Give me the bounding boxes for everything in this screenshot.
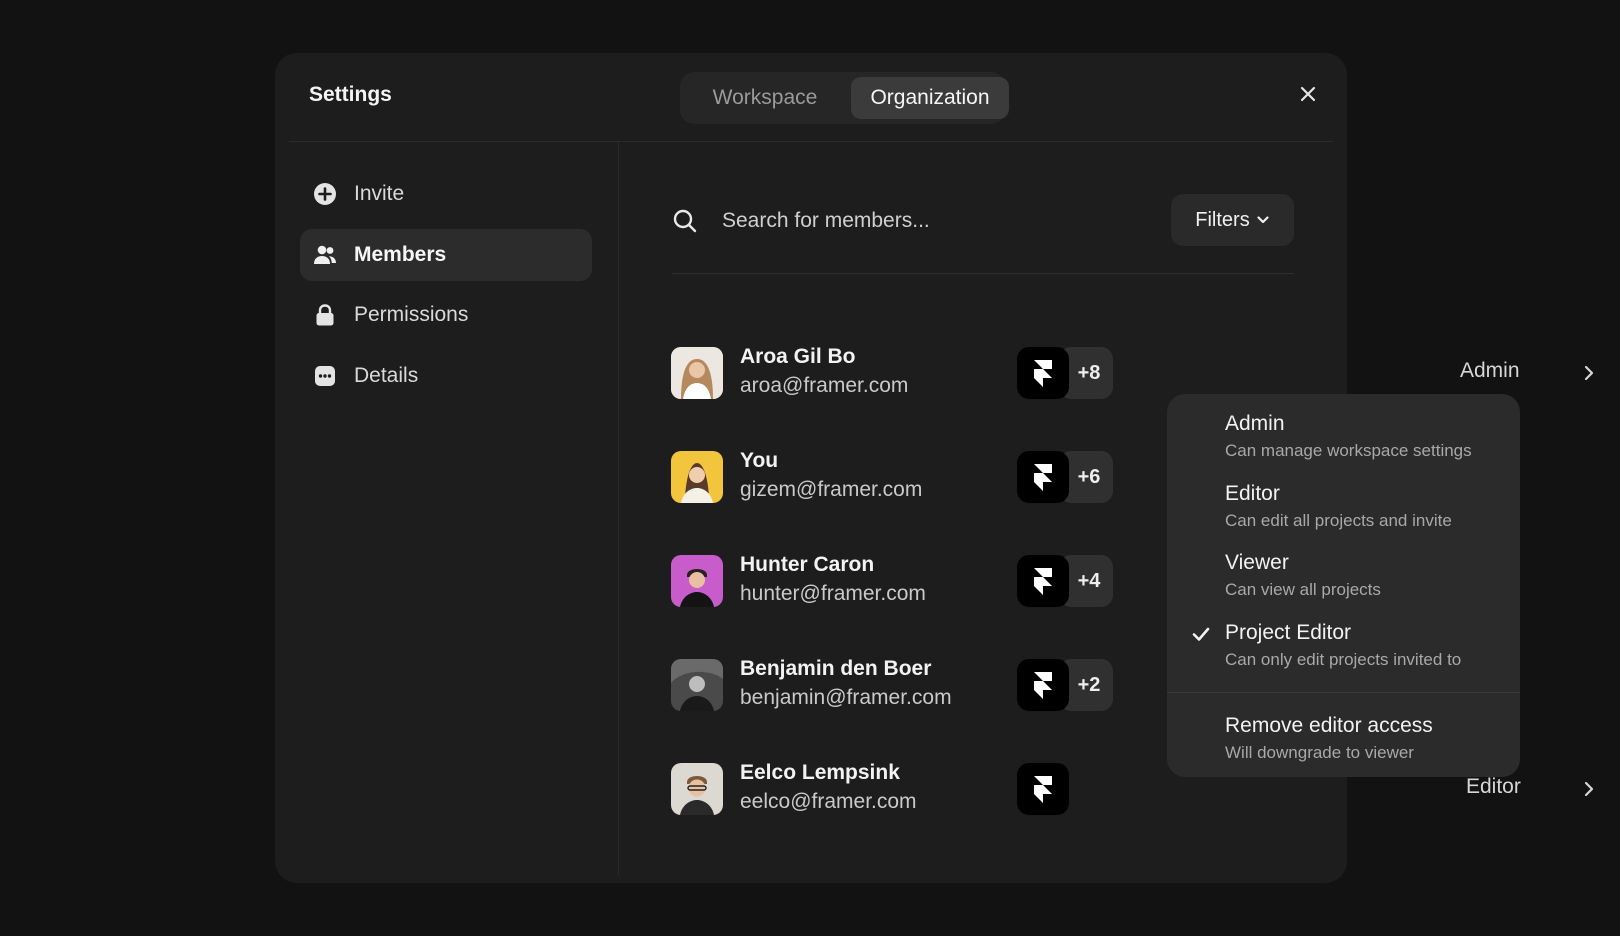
remove-option-description: Will downgrade to viewer [1225,743,1414,762]
framer-logo-icon [1017,555,1069,607]
role-option-description: Can edit all projects and invite [1225,511,1452,530]
menu-divider [1167,692,1520,693]
modal-title: Settings [309,83,392,106]
member-email: eelco@framer.com [740,790,917,813]
role-option-viewer[interactable]: Viewer Can view all projects [1167,551,1520,613]
member-name: You [740,449,779,472]
avatar [671,659,723,711]
checkmark-icon [1192,627,1210,641]
framer-logo-icon [1017,347,1069,399]
avatar [671,347,723,399]
role-select[interactable]: Admin [1460,359,1520,383]
filters-label: Filters [1195,208,1250,231]
role-option-description: Can view all projects [1225,580,1381,599]
sidebar-item-permissions[interactable]: Permissions [300,289,592,341]
role-dropdown-menu: Admin Can manage workspace settings Edit… [1167,394,1520,777]
remove-editor-access-option[interactable]: Remove editor access Will downgrade to v… [1167,714,1520,776]
sidebar-item-label: Details [354,364,419,387]
more-icon [315,366,335,386]
avatar [671,451,723,503]
close-icon [1300,86,1316,102]
avatar [671,555,723,607]
role-option-label: Admin [1225,412,1285,435]
member-email: benjamin@framer.com [740,686,952,709]
member-name: Aroa Gil Bo [740,345,856,368]
role-option-description: Can only edit projects invited to [1225,650,1462,669]
member-name: Hunter Caron [740,553,875,576]
member-row[interactable]: Aroa Gil Bo aroa@framer.com +8 Admin [671,345,1594,401]
settings-tabs: Workspace Organization [680,72,1009,124]
lock-icon [316,304,334,326]
sidebar-divider [618,142,619,875]
sidebar-item-invite[interactable]: Invite [300,168,592,220]
chevron-down-icon [1257,216,1269,224]
close-button[interactable] [1293,79,1323,109]
search-divider [672,273,1294,274]
sidebar-item-label: Members [354,243,447,266]
member-name: Benjamin den Boer [740,657,932,680]
sidebar-item-label: Permissions [354,303,469,326]
member-name: Eelco Lempsink [740,761,900,784]
role-option-admin[interactable]: Admin Can manage workspace settings [1167,412,1520,474]
member-email: gizem@framer.com [740,478,923,501]
chevron-right-icon[interactable] [1581,363,1597,383]
search-icon [673,209,697,233]
role-option-label: Viewer [1225,551,1289,574]
tab-workspace[interactable]: Workspace [685,77,845,119]
member-email: aroa@framer.com [740,374,909,397]
role-option-description: Can manage workspace settings [1225,441,1472,460]
search-input[interactable] [722,203,1142,239]
role-option-project-editor[interactable]: Project Editor Can only edit projects in… [1167,621,1520,683]
sidebar-item-label: Invite [354,182,405,205]
role-select[interactable]: Editor [1466,775,1521,799]
users-icon [314,245,336,264]
header-divider [289,141,1333,142]
avatar [671,763,723,815]
plus-circle-icon [314,183,336,205]
role-option-label: Project Editor [1225,621,1352,644]
remove-option-label: Remove editor access [1225,714,1433,737]
sidebar-item-details[interactable]: Details [300,350,592,402]
member-email: hunter@framer.com [740,582,926,605]
framer-logo-icon [1017,451,1069,503]
sidebar-item-members[interactable]: Members [300,229,592,281]
filters-button[interactable]: Filters [1171,194,1294,246]
role-option-editor[interactable]: Editor Can edit all projects and invite [1167,482,1520,544]
framer-logo-icon [1017,659,1069,711]
tab-organization[interactable]: Organization [851,77,1009,119]
chevron-right-icon[interactable] [1581,779,1597,799]
framer-logo-icon [1017,763,1069,815]
role-option-label: Editor [1225,482,1280,505]
